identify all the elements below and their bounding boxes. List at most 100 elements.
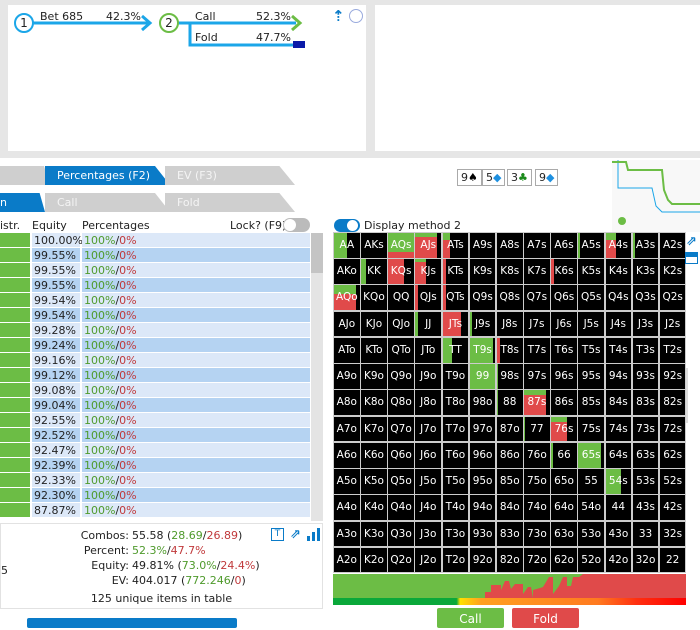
hand-cell[interactable]: J7o xyxy=(415,416,442,442)
hand-cell[interactable]: A8s xyxy=(496,233,523,258)
hand-cell[interactable]: J9s xyxy=(469,311,496,337)
hand-cell[interactable]: A4s xyxy=(605,233,632,258)
hand-cell[interactable]: 76s xyxy=(551,416,577,442)
hand-cell[interactable]: K8o xyxy=(361,390,387,416)
hand-cell[interactable]: A6s xyxy=(551,233,577,258)
hand-cell[interactable]: AKs xyxy=(361,233,387,258)
hand-cell[interactable]: 88 xyxy=(496,390,523,416)
hand-cell[interactable]: 94o xyxy=(469,495,496,521)
hand-cell[interactable]: T8o xyxy=(442,390,469,416)
hand-cell[interactable]: 75o xyxy=(524,469,550,494)
hand-cell[interactable]: J4s xyxy=(605,311,632,337)
hand-cell[interactable]: K6s xyxy=(551,259,577,284)
hand-cell[interactable]: 74s xyxy=(605,416,632,442)
hand-cell[interactable]: T2o xyxy=(442,547,469,573)
hand-cell[interactable]: J9o xyxy=(415,364,442,389)
hand-cell[interactable]: 84s xyxy=(605,390,632,416)
tree-node-2[interactable]: 2 xyxy=(159,13,179,33)
bar-chart-icon[interactable] xyxy=(307,528,321,541)
hand-cell[interactable]: Q4o xyxy=(388,495,414,521)
hand-cell[interactable]: Q5o xyxy=(388,469,414,494)
hand-cell[interactable]: K9o xyxy=(361,364,387,389)
hand-cell[interactable]: K2s xyxy=(659,259,686,284)
hand-cell[interactable]: 99 xyxy=(469,364,496,389)
hand-cell[interactable]: 98o xyxy=(469,390,496,416)
hand-cell[interactable]: 43o xyxy=(605,521,632,547)
hand-cell[interactable]: K9s xyxy=(469,259,496,284)
hand-cell[interactable]: KTo xyxy=(361,337,387,363)
hand-cell[interactable]: Q9o xyxy=(388,364,414,389)
hand-cell[interactable]: Q8o xyxy=(388,390,414,416)
hand-cell[interactable]: J4o xyxy=(415,495,442,521)
fold-label[interactable]: Fold xyxy=(195,31,218,44)
hand-cell[interactable]: Q7s xyxy=(524,285,550,311)
tab-fold[interactable]: Fold xyxy=(165,193,295,212)
external-link-icon[interactable]: ⇗ xyxy=(290,527,301,542)
hand-cell[interactable]: Q2o xyxy=(388,547,414,573)
hand-cell[interactable]: K4s xyxy=(605,259,632,284)
hand-cell[interactable]: J2s xyxy=(659,311,686,337)
upload-icon[interactable]: ⇡ xyxy=(332,7,345,25)
hand-cell[interactable]: T6s xyxy=(551,337,577,363)
hand-cell[interactable]: 33 xyxy=(632,521,659,547)
hand-cell[interactable]: ATs xyxy=(442,233,469,258)
hand-cell[interactable]: TT xyxy=(442,337,469,363)
hand-cell[interactable]: QTs xyxy=(442,285,469,311)
header-percentages[interactable]: Percentages xyxy=(82,219,150,232)
hand-cell[interactable]: 95o xyxy=(469,469,496,494)
hand-cell[interactable]: J8s xyxy=(496,311,523,337)
hand-cell[interactable]: 54s xyxy=(605,469,632,494)
hand-cell[interactable]: 64s xyxy=(605,442,632,468)
hand-cell[interactable]: T5s xyxy=(578,337,605,363)
hand-cell[interactable]: J3s xyxy=(632,311,659,337)
hand-cell[interactable]: ATo xyxy=(334,337,360,363)
call-label[interactable]: Call xyxy=(195,10,216,23)
hand-cell[interactable]: K6o xyxy=(361,442,387,468)
hand-cell[interactable]: 85s xyxy=(578,390,605,416)
hand-cell[interactable]: 66 xyxy=(551,442,577,468)
grid-scrollbar[interactable] xyxy=(686,368,688,423)
hand-cell[interactable]: KQs xyxy=(388,259,414,284)
hand-cell[interactable]: T7s xyxy=(524,337,550,363)
hand-cell[interactable]: Q9s xyxy=(469,285,496,311)
hand-cell[interactable]: K5o xyxy=(361,469,387,494)
table-row[interactable]: 99.54% 100%/0% xyxy=(0,308,310,323)
hand-cell[interactable]: 96s xyxy=(551,364,577,389)
hand-cell[interactable]: 72o xyxy=(524,547,550,573)
hand-cell[interactable]: Q6o xyxy=(388,442,414,468)
hand-cell[interactable]: AQs xyxy=(388,233,414,258)
hand-cell[interactable]: QJs xyxy=(415,285,442,311)
hand-cell[interactable]: JTo xyxy=(415,337,442,363)
table-row[interactable]: 92.30% 100%/0% xyxy=(0,488,310,503)
tab-all[interactable]: n xyxy=(0,193,45,212)
hand-cell[interactable]: Q2s xyxy=(659,285,686,311)
hand-cell[interactable]: AQo xyxy=(334,285,360,311)
window-icon[interactable] xyxy=(685,252,698,264)
hand-cell[interactable]: 92o xyxy=(469,547,496,573)
header-equity[interactable]: Equity xyxy=(32,219,67,232)
hand-cell[interactable]: QQ xyxy=(388,285,414,311)
hand-cell[interactable]: T6o xyxy=(442,442,469,468)
hand-cell[interactable]: A5s xyxy=(578,233,605,258)
hand-cell[interactable]: AJo xyxy=(334,311,360,337)
hand-cell[interactable]: A4o xyxy=(334,495,360,521)
hand-cell[interactable]: J3o xyxy=(415,521,442,547)
hand-cell[interactable]: Q7o xyxy=(388,416,414,442)
hand-cell[interactable]: 94s xyxy=(605,364,632,389)
table-row[interactable]: 99.55% 100%/0% xyxy=(0,248,310,263)
hand-cell[interactable]: T9o xyxy=(442,364,469,389)
hand-cell[interactable]: J6o xyxy=(415,442,442,468)
hand-cell[interactable]: 98s xyxy=(496,364,523,389)
hand-cell[interactable]: Q3s xyxy=(632,285,659,311)
hand-cell[interactable]: 54o xyxy=(578,495,605,521)
table-row[interactable]: 87.87% 100%/0% xyxy=(0,503,310,518)
blue-action-button[interactable] xyxy=(27,618,237,628)
hand-cell[interactable]: 42s xyxy=(659,495,686,521)
hand-cell[interactable]: 62o xyxy=(551,547,577,573)
hand-cell[interactable]: A3o xyxy=(334,521,360,547)
hand-cell[interactable]: 53s xyxy=(632,469,659,494)
hand-cell[interactable]: 72s xyxy=(659,416,686,442)
tab-strategy[interactable] xyxy=(0,166,50,185)
hand-cell[interactable]: 22 xyxy=(659,547,686,573)
hand-cell[interactable]: 73o xyxy=(524,521,550,547)
